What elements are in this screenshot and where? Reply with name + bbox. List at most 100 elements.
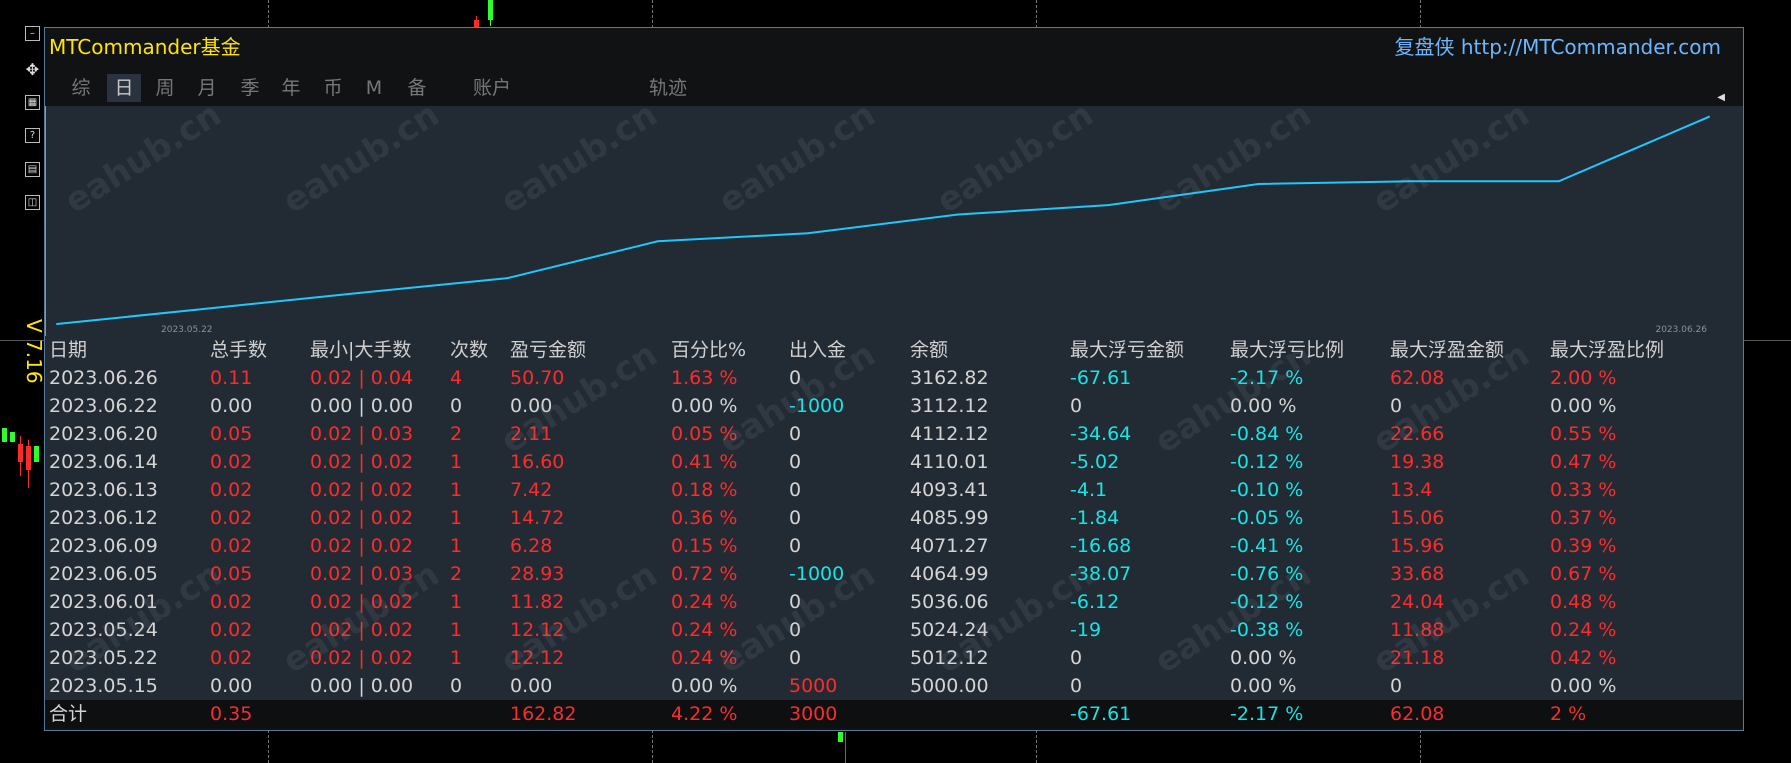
cell-col-1: 0.05 [210, 423, 253, 445]
cell-col-0: 2023.06.05 [49, 563, 158, 585]
brand-link[interactable]: 复盘侠 http://MTCommander.com [1395, 31, 1721, 60]
tab-10[interactable]: 轨迹 [641, 74, 695, 102]
cell-col-3: 1 [450, 535, 463, 557]
cell-col-0: 2023.06.09 [49, 535, 158, 557]
tab-6[interactable]: 币 [317, 74, 349, 102]
cell-col-9: -0.12 % [1230, 451, 1304, 473]
equity-point [656, 240, 659, 243]
equity-point [1557, 180, 1560, 183]
table-row: 2023.06.22 0.00 0.00 | 0.00 0 0.00 0.00 % -100… [45, 392, 1743, 420]
cell-col-5: 百分比% [671, 339, 747, 361]
cell-col-8: -5.02 [1070, 451, 1120, 473]
cell-col-11: 0.55 % [1550, 423, 1617, 445]
cell-col-7: 4112.12 [910, 423, 989, 445]
cell-col-2: 0.02 | 0.02 [310, 451, 414, 473]
cell-col-3: 1 [450, 479, 463, 501]
cell-col-0: 2023.06.20 [49, 423, 158, 445]
cell-col-0: 2023.06.13 [49, 479, 158, 501]
cell-col-0: 2023.05.15 [49, 675, 158, 697]
background-candle [26, 446, 31, 470]
move-icon[interactable]: ✥ [25, 62, 40, 78]
cell-col-4: 12.12 [510, 647, 565, 669]
cell-col-8: -34.64 [1070, 423, 1132, 445]
cell-col-11: 2.00 % [1550, 367, 1617, 389]
cell-col-5: 0.72 % [671, 563, 738, 585]
tab-0[interactable]: 综 [65, 74, 97, 102]
cell-col-11: 0.42 % [1550, 647, 1617, 669]
cell-col-9: -0.10 % [1230, 479, 1304, 501]
panel-title: MTCommander基金 [49, 35, 241, 59]
collapse-arrow-icon[interactable]: ◀ [1717, 92, 1725, 103]
equity-point [957, 213, 960, 216]
cell-col-6: 0 [789, 619, 802, 641]
table-icon[interactable]: ▤ [25, 162, 40, 177]
fund-panel: MTCommander基金 复盘侠 http://MTCommander.com… [44, 27, 1744, 731]
cell-col-7: 4110.01 [910, 451, 989, 473]
cell-col-10: 33.68 [1390, 563, 1445, 585]
table-row: 2023.06.01 0.02 0.02 | 0.02 1 11.82 0.24 % 0 50… [45, 588, 1743, 616]
calendar-icon[interactable]: ▦ [25, 95, 40, 110]
cell-col-1: 0.02 [210, 647, 253, 669]
cell-col-5: 4.22 % [671, 703, 738, 725]
tab-1[interactable]: 日 [107, 74, 141, 102]
tab-4[interactable]: 季 [233, 74, 267, 102]
tab-5[interactable]: 年 [275, 74, 307, 102]
cell-col-0: 2023.06.22 [49, 395, 158, 417]
cell-col-11: 0.00 % [1550, 675, 1617, 697]
cell-col-10: 0 [1390, 675, 1403, 697]
cell-col-8: 0 [1070, 647, 1083, 669]
background-candle [34, 446, 39, 462]
table-row: 2023.06.26 0.11 0.02 | 0.04 4 50.70 1.63 % 0 31… [45, 364, 1743, 392]
background-candle [2, 428, 7, 442]
tab-8[interactable]: 备 [401, 74, 433, 102]
cell-col-7: 4071.27 [910, 535, 989, 557]
cell-col-4: 28.93 [510, 563, 565, 585]
cell-col-5: 0.00 % [671, 395, 738, 417]
cell-col-4: 16.60 [510, 451, 565, 473]
cell-col-4: 162.82 [510, 703, 577, 725]
cell-col-0: 2023.05.22 [49, 647, 158, 669]
equity-point [1708, 115, 1710, 118]
table-row: 2023.06.13 0.02 0.02 | 0.02 1 7.42 0.18 % 0 409… [45, 476, 1743, 504]
minimize-icon[interactable]: – [25, 26, 40, 41]
table-row: 2023.05.24 0.02 0.02 | 0.02 1 12.12 0.24 % 0 50… [45, 616, 1743, 644]
cell-col-3: 0 [450, 675, 463, 697]
background-candle [838, 732, 843, 742]
table-row: 2023.05.22 0.02 0.02 | 0.02 1 12.12 0.24 % 0 50… [45, 644, 1743, 672]
cell-col-4: 12.12 [510, 619, 565, 641]
cell-col-6: 0 [789, 367, 802, 389]
cell-col-11: 0.67 % [1550, 563, 1617, 585]
tab-9[interactable]: 账户 [465, 74, 519, 102]
cell-col-9: 0.00 % [1230, 675, 1297, 697]
window-icon[interactable]: ◫ [25, 195, 40, 210]
cell-col-3: 0 [450, 395, 463, 417]
cell-col-1: 0.02 [210, 591, 253, 613]
equity-point [1407, 180, 1410, 183]
cell-col-3: 2 [450, 423, 463, 445]
cell-col-10: 24.04 [1390, 591, 1445, 613]
cell-col-7: 4064.99 [910, 563, 989, 585]
cell-col-10: 11.88 [1390, 619, 1445, 641]
tab-2[interactable]: 周 [149, 74, 181, 102]
cell-col-6: 0 [789, 591, 802, 613]
cell-col-7: 5036.06 [910, 591, 989, 613]
cell-col-1: 0.02 [210, 507, 253, 529]
cell-col-10: 62.08 [1390, 703, 1445, 725]
equity-point [1107, 204, 1110, 207]
cell-col-1: 0.00 [210, 675, 253, 697]
cell-col-11: 0.39 % [1550, 535, 1617, 557]
help-icon[interactable]: ? [25, 128, 40, 143]
equity-point [806, 232, 809, 235]
table-row: 2023.06.14 0.02 0.02 | 0.02 1 16.60 0.41 % 0 41… [45, 448, 1743, 476]
equity-line [56, 115, 1710, 325]
cell-col-3: 1 [450, 647, 463, 669]
cell-col-6: -1000 [789, 563, 845, 585]
cell-col-8: -1.84 [1070, 507, 1120, 529]
cell-col-0: 2023.05.24 [49, 619, 158, 641]
cell-col-2: 0.00 | 0.00 [310, 395, 414, 417]
cell-col-2: 0.02 | 0.04 [310, 367, 414, 389]
table-total-row: 合计 0.35 162.82 4.22 % 3000 -67.61 -2.17 % 62.08… [45, 700, 1743, 728]
tab-3[interactable]: 月 [191, 74, 223, 102]
tab-7[interactable]: M [359, 74, 389, 102]
cell-col-6: 0 [789, 451, 802, 473]
